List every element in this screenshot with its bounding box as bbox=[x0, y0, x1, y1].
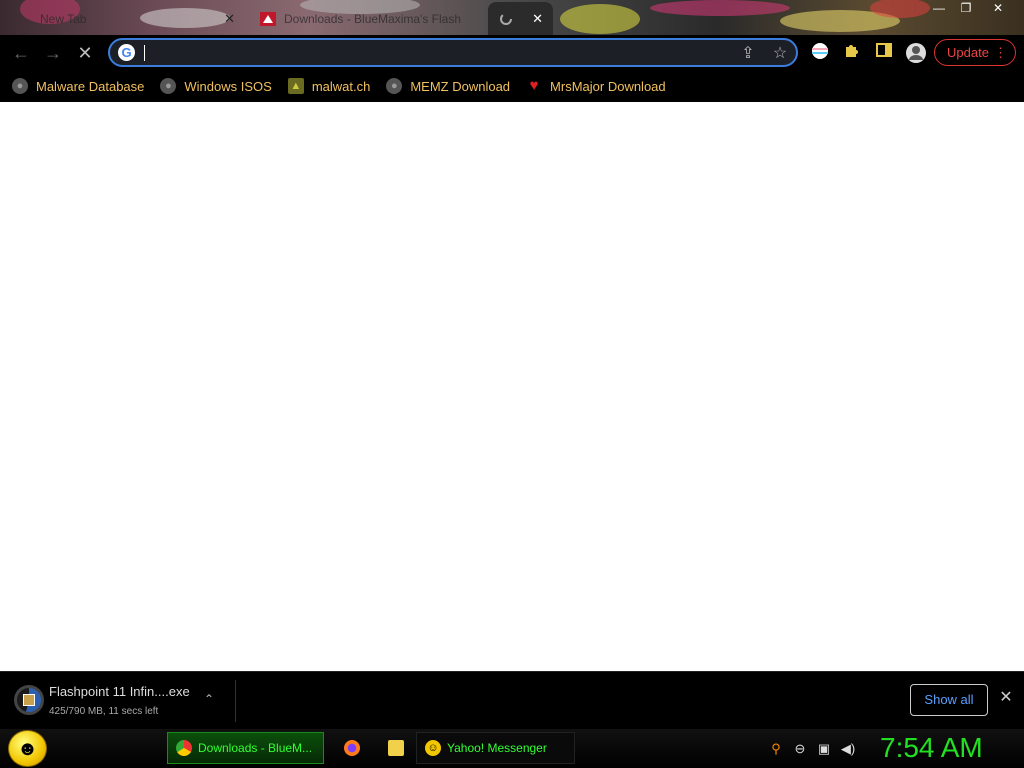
flag-extension-icon[interactable] bbox=[810, 42, 830, 62]
loading-spinner-icon bbox=[500, 12, 512, 25]
google-icon: G bbox=[118, 44, 135, 61]
tab-title: New Tab bbox=[40, 11, 87, 26]
close-window-button[interactable]: ✕ bbox=[984, 0, 1012, 16]
globe-icon: ● bbox=[386, 78, 403, 94]
bookmark-windows-isos[interactable]: ● Windows ISOS bbox=[160, 78, 272, 94]
globe-icon: ● bbox=[12, 78, 28, 94]
yahoo-messenger-icon: ☺ bbox=[425, 740, 441, 756]
tab-close-icon[interactable]: ✕ bbox=[224, 11, 235, 27]
minimize-button[interactable]: — bbox=[925, 0, 953, 16]
update-button[interactable]: Update ⋮ bbox=[934, 39, 1016, 66]
bookmark-label: Malware Database bbox=[36, 78, 145, 94]
chrome-icon bbox=[176, 740, 192, 756]
network-icon[interactable]: ▣ bbox=[816, 741, 832, 757]
folder-icon bbox=[388, 740, 404, 756]
start-button[interactable]: ☻ bbox=[8, 730, 47, 767]
taskbar-item-label: Downloads - BlueM... bbox=[198, 741, 313, 755]
browser-toolbar: ← → ✕ G ⇪ ☆ Update ⋮ bbox=[0, 35, 1024, 70]
bookmark-malware-database[interactable]: ● Malware Database bbox=[12, 78, 144, 94]
profile-avatar-icon[interactable] bbox=[905, 42, 926, 63]
bookmark-label: MEMZ Download bbox=[410, 78, 511, 94]
download-shelf: Flashpoint 11 Infin....exe 425/790 MB, 1… bbox=[0, 671, 1024, 729]
taskbar-item-firefox[interactable] bbox=[336, 732, 366, 764]
malwatch-icon: ▲ bbox=[287, 78, 304, 94]
update-label: Update bbox=[947, 45, 989, 60]
close-shelf-icon[interactable]: ✕ bbox=[996, 688, 1016, 708]
taskbar-item-label: Yahoo! Messenger bbox=[447, 741, 547, 755]
text-caret bbox=[144, 45, 145, 61]
download-status: 425/790 MB, 11 secs left bbox=[49, 706, 159, 717]
bookmark-memz-download[interactable]: ● MEMZ Download bbox=[386, 78, 510, 94]
share-icon[interactable]: ⇪ bbox=[738, 44, 758, 64]
restore-button[interactable]: ❐ bbox=[952, 0, 980, 16]
bookmark-mrsmajor-download[interactable]: ♥ MrsMajor Download bbox=[526, 78, 666, 94]
tab-close-icon[interactable]: ✕ bbox=[532, 11, 543, 27]
taskbar-item-chrome[interactable]: Downloads - BlueM... bbox=[167, 732, 324, 764]
taskbar-item-yahoo-messenger[interactable]: ☺ Yahoo! Messenger bbox=[416, 732, 575, 764]
taskbar: ☻ Downloads - BlueM... ☺ Yahoo! Messenge… bbox=[0, 729, 1024, 768]
taskbar-clock[interactable]: 7:54 AM bbox=[880, 731, 990, 765]
chevron-up-icon[interactable]: ⌃ bbox=[204, 692, 214, 706]
status-icon[interactable]: ⊖ bbox=[792, 741, 808, 757]
forward-button[interactable]: → bbox=[41, 41, 65, 65]
bookmark-label: MrsMajor Download bbox=[550, 78, 666, 94]
taskbar-item-folder[interactable] bbox=[380, 732, 410, 764]
page-content bbox=[0, 102, 1024, 671]
exe-file-icon bbox=[23, 694, 35, 706]
stop-button[interactable]: ✕ bbox=[73, 41, 97, 65]
bookmark-star-icon[interactable]: ☆ bbox=[770, 44, 790, 64]
globe-icon: ● bbox=[160, 78, 177, 94]
screen: New Tab ✕ Downloads - BlueMaxima's Flash… bbox=[0, 0, 1024, 768]
address-bar[interactable]: G ⇪ ☆ bbox=[108, 38, 798, 67]
back-button[interactable]: ← bbox=[9, 41, 33, 65]
bookmark-malwatch[interactable]: ▲ malwat.ch bbox=[287, 78, 371, 94]
more-menu-icon: ⋮ bbox=[994, 45, 1007, 60]
heart-icon: ♥ bbox=[529, 77, 539, 94]
search-icon[interactable]: ⚲ bbox=[768, 741, 784, 757]
bookmark-label: malwat.ch bbox=[311, 78, 371, 94]
flashpoint-favicon-icon bbox=[260, 11, 276, 26]
puzzle-extensions-icon[interactable] bbox=[842, 42, 862, 62]
volume-icon[interactable]: ◀) bbox=[840, 741, 856, 757]
tab-active-loading[interactable]: ✕ bbox=[488, 2, 553, 35]
side-panel-icon[interactable] bbox=[874, 42, 894, 62]
download-item[interactable]: Flashpoint 11 Infin....exe 425/790 MB, 1… bbox=[12, 680, 236, 722]
tab-new-tab[interactable]: New Tab ✕ bbox=[30, 2, 245, 35]
show-all-button[interactable]: Show all bbox=[910, 684, 988, 716]
tab-strip: New Tab ✕ Downloads - BlueMaxima's Flash… bbox=[0, 0, 1024, 35]
download-progress-ring bbox=[14, 685, 44, 715]
address-input[interactable] bbox=[146, 43, 726, 63]
download-filename: Flashpoint 11 Infin....exe bbox=[49, 684, 190, 699]
tab-title: Downloads - BlueMaxima's Flash bbox=[284, 11, 462, 26]
bookmark-label: Windows ISOS bbox=[184, 78, 272, 94]
bookmarks-bar: ● Malware Database ● Windows ISOS ▲ malw… bbox=[0, 70, 1024, 102]
firefox-icon bbox=[344, 740, 360, 756]
tab-downloads[interactable]: Downloads - BlueMaxima's Flash bbox=[250, 2, 482, 35]
